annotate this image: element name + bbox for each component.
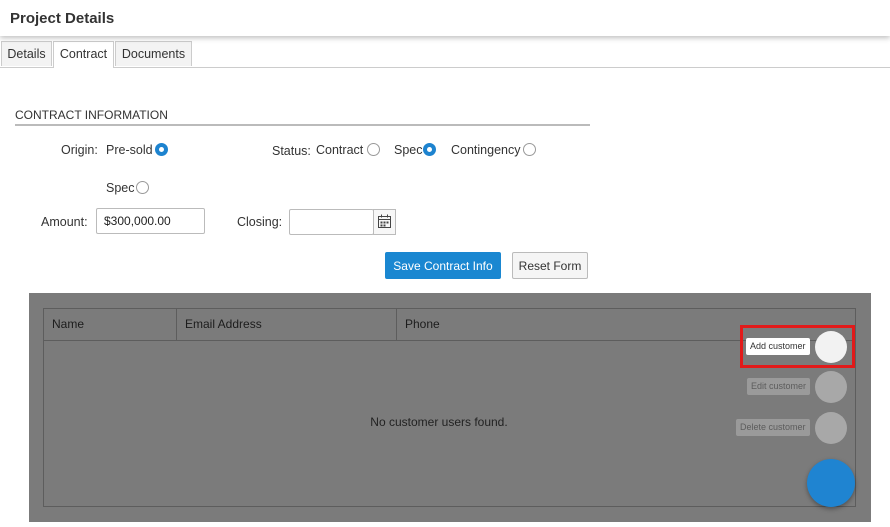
status-contract-radio[interactable] <box>367 143 380 156</box>
tab-details[interactable]: Details <box>1 41 52 66</box>
column-header-name[interactable]: Name <box>44 309 177 340</box>
edit-customer-tooltip: Edit customer <box>747 378 811 395</box>
tab-contract[interactable]: Contract <box>53 41 114 68</box>
delete-customer-tooltip: Delete customer <box>736 419 810 436</box>
customers-grid: Name Email Address Phone No customer use… <box>43 308 856 507</box>
highlight-box <box>740 325 855 368</box>
empty-message: No customer users found. <box>370 415 508 429</box>
status-contract-label: Contract <box>316 143 364 157</box>
amount-label: Amount: <box>41 215 88 229</box>
delete-customer-button[interactable] <box>815 412 847 444</box>
origin-spec-label: Spec <box>106 181 135 195</box>
section-divider <box>15 124 590 126</box>
section-title: CONTRACT INFORMATION <box>15 108 168 122</box>
origin-label: Origin: <box>61 143 98 157</box>
status-spec-radio[interactable] <box>423 143 436 156</box>
status-contingency-label: Contingency <box>451 143 521 157</box>
tab-documents[interactable]: Documents <box>115 41 192 66</box>
closing-date-input[interactable] <box>289 209 374 235</box>
page-title: Project Details <box>10 10 115 27</box>
save-contract-info-button[interactable]: Save Contract Info <box>385 252 501 279</box>
reset-form-button[interactable]: Reset Form <box>512 252 588 279</box>
origin-presold-radio[interactable] <box>155 143 168 156</box>
tab-bar: Details Contract Documents <box>0 41 890 68</box>
grid-header: Name Email Address Phone <box>44 309 855 341</box>
origin-presold-label: Pre-sold <box>106 143 153 157</box>
edit-customer-button[interactable] <box>815 371 847 403</box>
amount-input[interactable] <box>96 208 205 234</box>
origin-spec-radio[interactable] <box>136 181 149 194</box>
status-contingency-radio[interactable] <box>523 143 536 156</box>
calendar-icon <box>378 214 391 228</box>
column-header-email[interactable]: Email Address <box>177 309 397 340</box>
closing-label: Closing: <box>237 215 283 229</box>
status-spec-label: Spec <box>394 143 423 157</box>
calendar-button[interactable] <box>373 209 396 235</box>
status-label: Status: <box>272 144 311 158</box>
page-header: Project Details <box>0 0 890 36</box>
fab-main-button[interactable] <box>807 459 855 507</box>
